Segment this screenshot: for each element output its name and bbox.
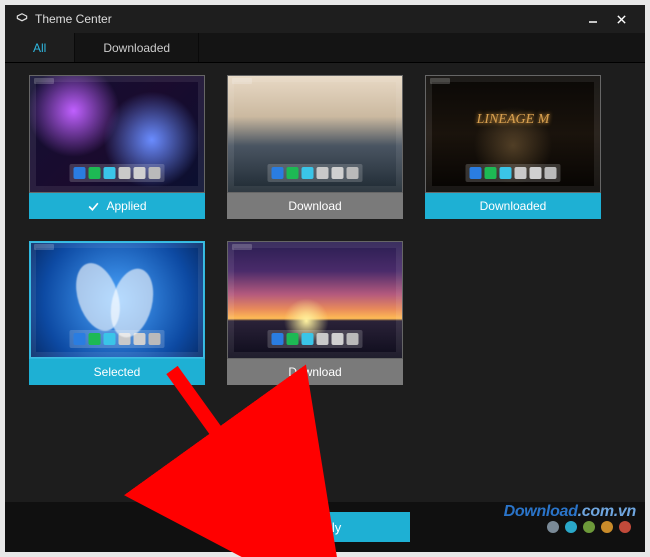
color-dot-3 <box>601 521 613 533</box>
tabs: All Downloaded <box>5 33 645 63</box>
theme-thumbnail <box>29 241 205 359</box>
theme-status-text: Downloaded <box>480 199 547 213</box>
theme-status-label: Download <box>227 359 403 385</box>
theme-status-text: Selected <box>94 365 141 379</box>
theme-card-galaxy[interactable]: Applied <box>29 75 205 219</box>
tab-all[interactable]: All <box>5 33 75 62</box>
color-dots <box>547 521 631 533</box>
theme-status-label: Selected <box>29 359 205 385</box>
color-dot-1 <box>565 521 577 533</box>
theme-status-text: Download <box>288 199 341 213</box>
tab-downloaded[interactable]: Downloaded <box>75 33 199 62</box>
minimize-button[interactable] <box>579 9 607 29</box>
theme-status-label: Downloaded <box>425 193 601 219</box>
theme-card-lineage[interactable]: LINEAGE M Downloaded <box>425 75 601 219</box>
theme-status-text: Applied <box>106 199 146 213</box>
color-dot-0 <box>547 521 559 533</box>
color-dot-4 <box>619 521 631 533</box>
window-title: Theme Center <box>35 12 112 26</box>
theme-card-feather[interactable]: Selected <box>29 241 205 385</box>
theme-thumbnail <box>29 75 205 193</box>
theme-status-label: Applied <box>29 193 205 219</box>
apply-button[interactable]: Apply <box>240 512 410 542</box>
theme-status-label: Download <box>227 193 403 219</box>
theme-thumbnail: LINEAGE M <box>425 75 601 193</box>
theme-thumbnail <box>227 241 403 359</box>
close-button[interactable] <box>607 9 635 29</box>
theme-card-sunset[interactable]: Download <box>227 241 403 385</box>
color-dot-2 <box>583 521 595 533</box>
theme-grid: Applied Download LINEAGE M Downloaded Select… <box>29 75 621 385</box>
theme-thumbnail <box>227 75 403 193</box>
check-icon <box>87 200 100 213</box>
theme-card-mountain[interactable]: Download <box>227 75 403 219</box>
bottom-bar: Apply <box>5 502 645 552</box>
theme-center-window: Theme Center All Downloaded Applied Downl… <box>5 5 645 552</box>
theme-grid-container: Applied Download LINEAGE M Downloaded Select… <box>5 63 645 502</box>
theme-icon <box>15 12 29 26</box>
theme-status-text: Download <box>288 365 341 379</box>
titlebar: Theme Center <box>5 5 645 33</box>
